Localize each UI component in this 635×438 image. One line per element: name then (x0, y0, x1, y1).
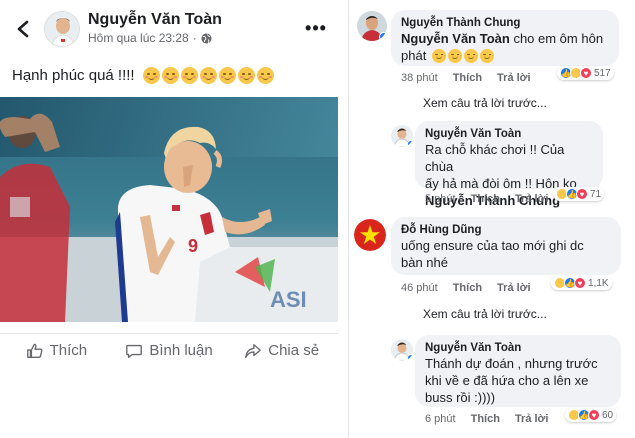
post-photo[interactable]: ASI 9 (0, 97, 338, 322)
commenter-avatar[interactable] (354, 219, 386, 251)
blush-emoji-icon (432, 48, 447, 63)
commenter-avatar[interactable] (391, 339, 413, 361)
comment-text-part: phát (401, 48, 427, 63)
like-button[interactable]: Thích (0, 334, 113, 367)
verified-badge-icon (407, 140, 413, 147)
post-author-name[interactable]: Nguyễn Văn Toàn (88, 11, 222, 29)
comment-text-line2: phát (401, 47, 609, 64)
comment-like-link[interactable]: Thích (471, 193, 500, 205)
back-button[interactable] (10, 16, 36, 42)
blush-emoji-icon (464, 48, 479, 63)
blush-emoji-icon (199, 67, 217, 84)
comment-reply-link[interactable]: Trả lời (497, 72, 531, 84)
commenter-avatar[interactable] (357, 11, 387, 41)
comment-button[interactable]: Bình luận (113, 334, 226, 367)
comment-bubble: Nguyễn Văn Toàn Ra chỗ khác chơi !! Của … (415, 121, 603, 208)
comment-time[interactable]: 6 phút (425, 413, 456, 425)
comment-text-line1: Ra chỗ khác chơi !! Của chùa (425, 142, 565, 174)
comment-text-line2: bàn nhé (401, 255, 448, 270)
comment-footer: 38 phút Thích Trả lời (401, 72, 546, 84)
comment-bubble: Nguyễn Văn Toàn Thánh dự đoán , nhưng tr… (415, 335, 621, 407)
post-action-bar: Thích Bình luận Chia sẻ (0, 333, 338, 367)
love-reaction-icon: ♥ (588, 409, 600, 421)
mention-link[interactable]: Nguyễn Văn Toàn (401, 31, 510, 46)
comment-reply-link[interactable]: Trả lời (497, 282, 531, 294)
reaction-count: 517 (594, 67, 611, 79)
see-previous-replies-link[interactable]: Xem câu trả lời trước... (423, 307, 547, 321)
emoji-row (142, 67, 274, 84)
post-timestamp[interactable]: Hôm qua lúc 23:28 (88, 31, 189, 45)
blush-emoji-icon (237, 67, 255, 84)
commenter-name[interactable]: Nguyễn Thành Chung (401, 16, 609, 30)
comment-time[interactable]: 5 phút (425, 193, 456, 205)
comments-panel: Nguyễn Thành Chung Nguyễn Văn Toàn cho e… (349, 0, 635, 438)
share-arrow-icon (245, 343, 262, 358)
blush-emoji-icon (480, 48, 495, 63)
share-label: Chia sẻ (268, 342, 320, 359)
comment-reply-link[interactable]: Trả lời (515, 413, 549, 425)
commenter-name[interactable]: Nguyễn Văn Toàn (425, 341, 611, 355)
author-avatar[interactable] (44, 11, 80, 47)
comment-text-line1: Thánh dự đoán , nhưng trước (425, 356, 598, 371)
comment-like-link[interactable]: Thích (453, 282, 482, 294)
dot-separator: · (192, 31, 197, 45)
blush-emoji-icon (142, 67, 160, 84)
like-label: Thích (49, 342, 88, 359)
blush-emoji-icon (161, 67, 179, 84)
comment-text-part: cho em ôm hôn (509, 31, 604, 46)
post-meta: Hôm qua lúc 23:28 · (88, 31, 212, 45)
comment-text-line3: buss rồi :)))) (425, 390, 496, 405)
blush-emoji-icon (448, 48, 463, 63)
comment-footer: 6 phút Thích Trả lời (425, 413, 563, 425)
verified-badge-icon (407, 354, 413, 361)
reaction-summary[interactable]: 👍 ♥ 1,1K (551, 276, 612, 290)
comment: Nguyễn Thành Chung Nguyễn Văn Toàn cho e… (349, 0, 635, 90)
reaction-summary[interactable]: 👍 ♥ 517 (557, 66, 614, 80)
reply-comment: Nguyễn Văn Toàn Thánh dự đoán , nhưng tr… (349, 332, 635, 438)
comment-text: Nguyễn Văn Toàn cho em ôm hôn (401, 30, 609, 47)
comment-label: Bình luận (149, 342, 213, 359)
globe-icon[interactable] (201, 32, 212, 44)
love-reaction-icon: ♥ (574, 277, 586, 289)
love-reaction-icon: ♥ (576, 188, 588, 200)
comment-bubble-icon (126, 344, 143, 358)
comment-footer: 5 phút Thích Trả lời (425, 193, 563, 205)
comment-like-link[interactable]: Thích (453, 72, 482, 84)
post: Nguyễn Văn Toàn Hôm qua lúc 23:28 · ••• … (0, 0, 348, 438)
commenter-name[interactable]: Đỗ Hùng Dũng (401, 223, 611, 237)
blush-emoji-icon (256, 67, 274, 84)
reaction-count: 1,1K (588, 277, 609, 289)
comment: Đỗ Hùng Dũng uống ensure của tao mới ghi… (349, 214, 635, 298)
comment-like-link[interactable]: Thích (471, 413, 500, 425)
commenter-name[interactable]: Nguyễn Văn Toàn (425, 127, 593, 141)
back-arrow-icon (17, 20, 29, 38)
share-button[interactable]: Chia sẻ (225, 334, 338, 367)
post-text-content: Hạnh phúc quá !!!! (12, 67, 135, 84)
reaction-summary[interactable]: 👍 ♥ 71 (553, 187, 605, 201)
blush-emoji-icon (218, 67, 236, 84)
see-previous-replies-link[interactable]: Xem câu trả lời trước... (423, 96, 547, 110)
verified-badge-icon (379, 32, 387, 41)
reaction-count: 60 (602, 409, 614, 421)
comment-time[interactable]: 46 phút (401, 282, 438, 294)
comment-reply-link[interactable]: Trả lời (515, 193, 549, 205)
svg-text:ASI: ASI (270, 287, 307, 312)
comment-footer: 46 phút Thích Trả lời (401, 282, 546, 294)
svg-text:9: 9 (188, 236, 198, 256)
reply-comment: Nguyễn Văn Toàn Ra chỗ khác chơi !! Của … (349, 118, 635, 210)
love-reaction-icon: ♥ (580, 67, 592, 79)
comment-time[interactable]: 38 phút (401, 72, 438, 84)
reaction-count: 71 (590, 188, 602, 200)
comment-bubble: Đỗ Hùng Dũng uống ensure của tao mới ghi… (391, 217, 621, 275)
comment-bubble: Nguyễn Thành Chung Nguyễn Văn Toàn cho e… (391, 10, 619, 66)
post-text: Hạnh phúc quá !!!! (12, 67, 274, 84)
blush-emoji-icon (180, 67, 198, 84)
comment-text-line2: khi về e đã hứa cho a lên xe (425, 373, 589, 388)
commenter-avatar[interactable] (391, 125, 413, 147)
more-options-button[interactable]: ••• (304, 16, 328, 40)
reaction-summary[interactable]: 👍 ♥ 60 (565, 408, 617, 422)
comment-text-line1: uống ensure của tao mới ghi dc (401, 238, 584, 253)
thumbs-up-icon (26, 343, 43, 358)
more-dots-icon: ••• (305, 17, 327, 38)
